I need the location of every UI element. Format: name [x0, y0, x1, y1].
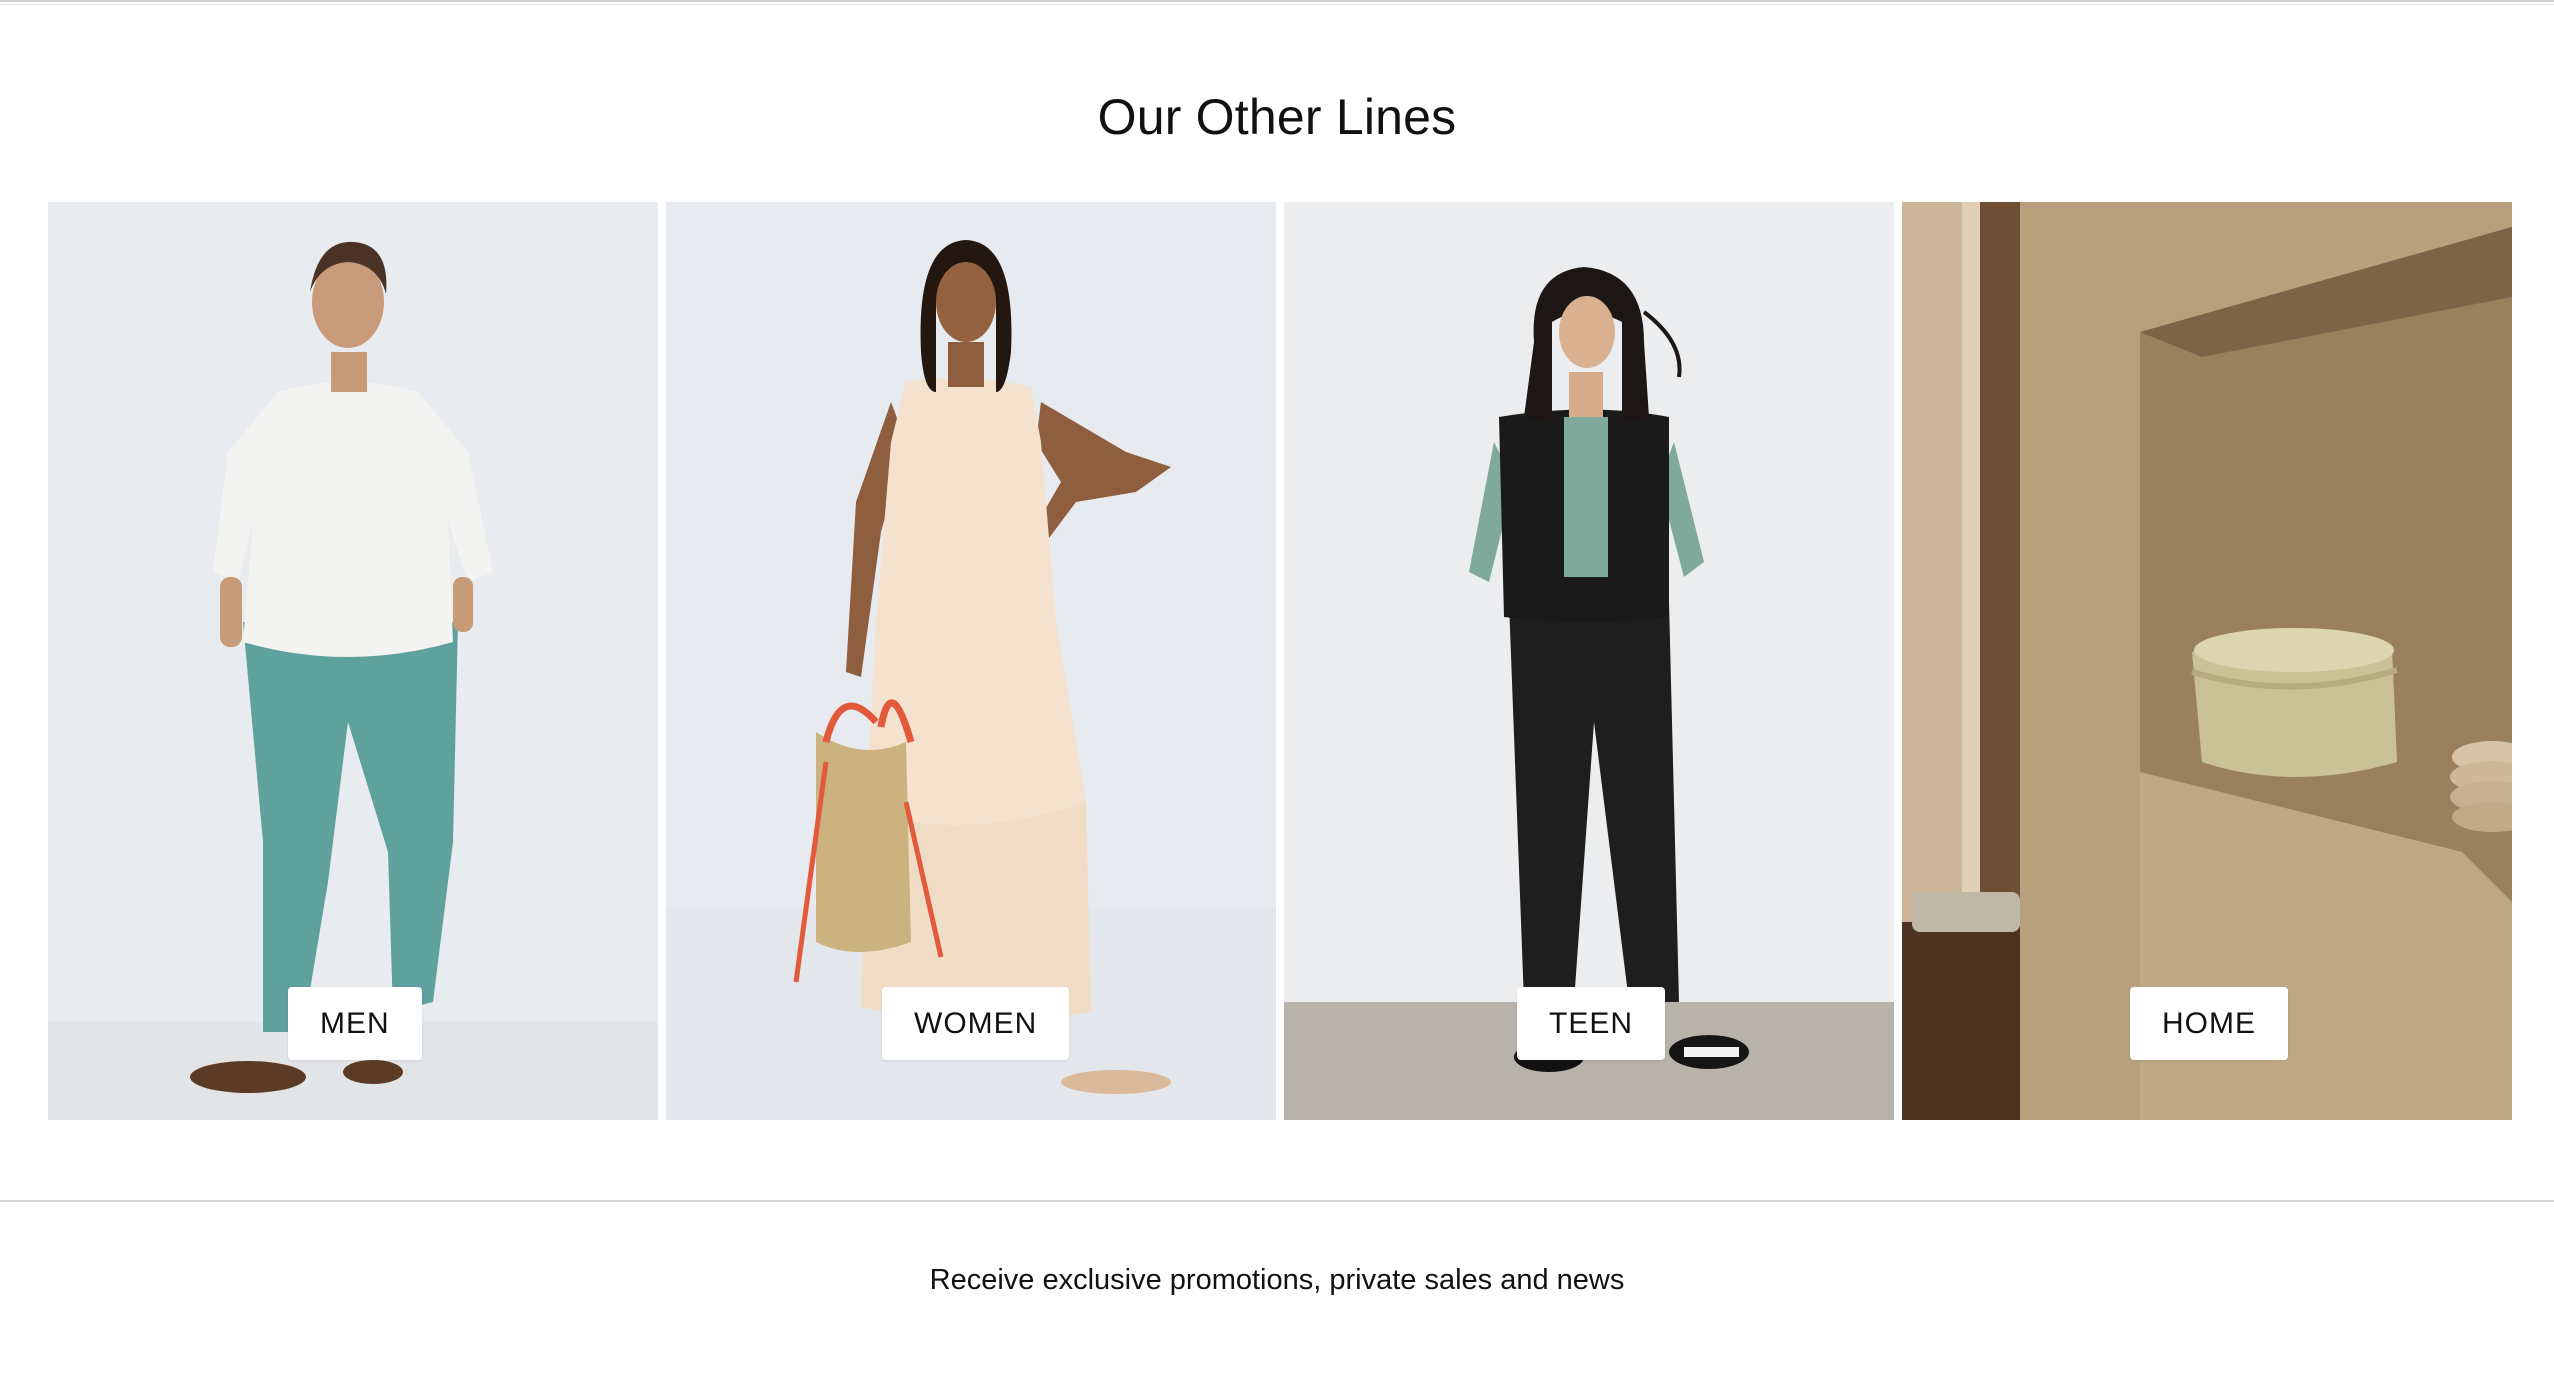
teen-photo: [1284, 202, 1894, 1120]
page: Our Other Lines MEN WOMEN TEEN HOME Rece…: [0, 0, 2554, 1380]
other-lines-grid: MEN WOMEN TEEN HOME: [48, 202, 2512, 1120]
line-card-women[interactable]: WOMEN: [666, 202, 1276, 1120]
line-card-men[interactable]: MEN: [48, 202, 658, 1120]
teen-button[interactable]: TEEN: [1517, 987, 1666, 1060]
line-card-home[interactable]: HOME: [1902, 202, 2512, 1120]
top-divider: [0, 0, 2554, 5]
men-button[interactable]: MEN: [288, 987, 422, 1060]
footer-divider: [0, 1200, 2554, 1202]
home-button[interactable]: HOME: [2130, 987, 2288, 1060]
newsletter-heading: Receive exclusive promotions, private sa…: [929, 1264, 1625, 1296]
home-photo: [1902, 202, 2512, 1120]
men-photo: [48, 202, 658, 1120]
women-photo: [666, 202, 1276, 1120]
section-title: Our Other Lines: [1097, 89, 1457, 145]
line-card-teen[interactable]: TEEN: [1284, 202, 1894, 1120]
women-button[interactable]: WOMEN: [882, 987, 1070, 1060]
